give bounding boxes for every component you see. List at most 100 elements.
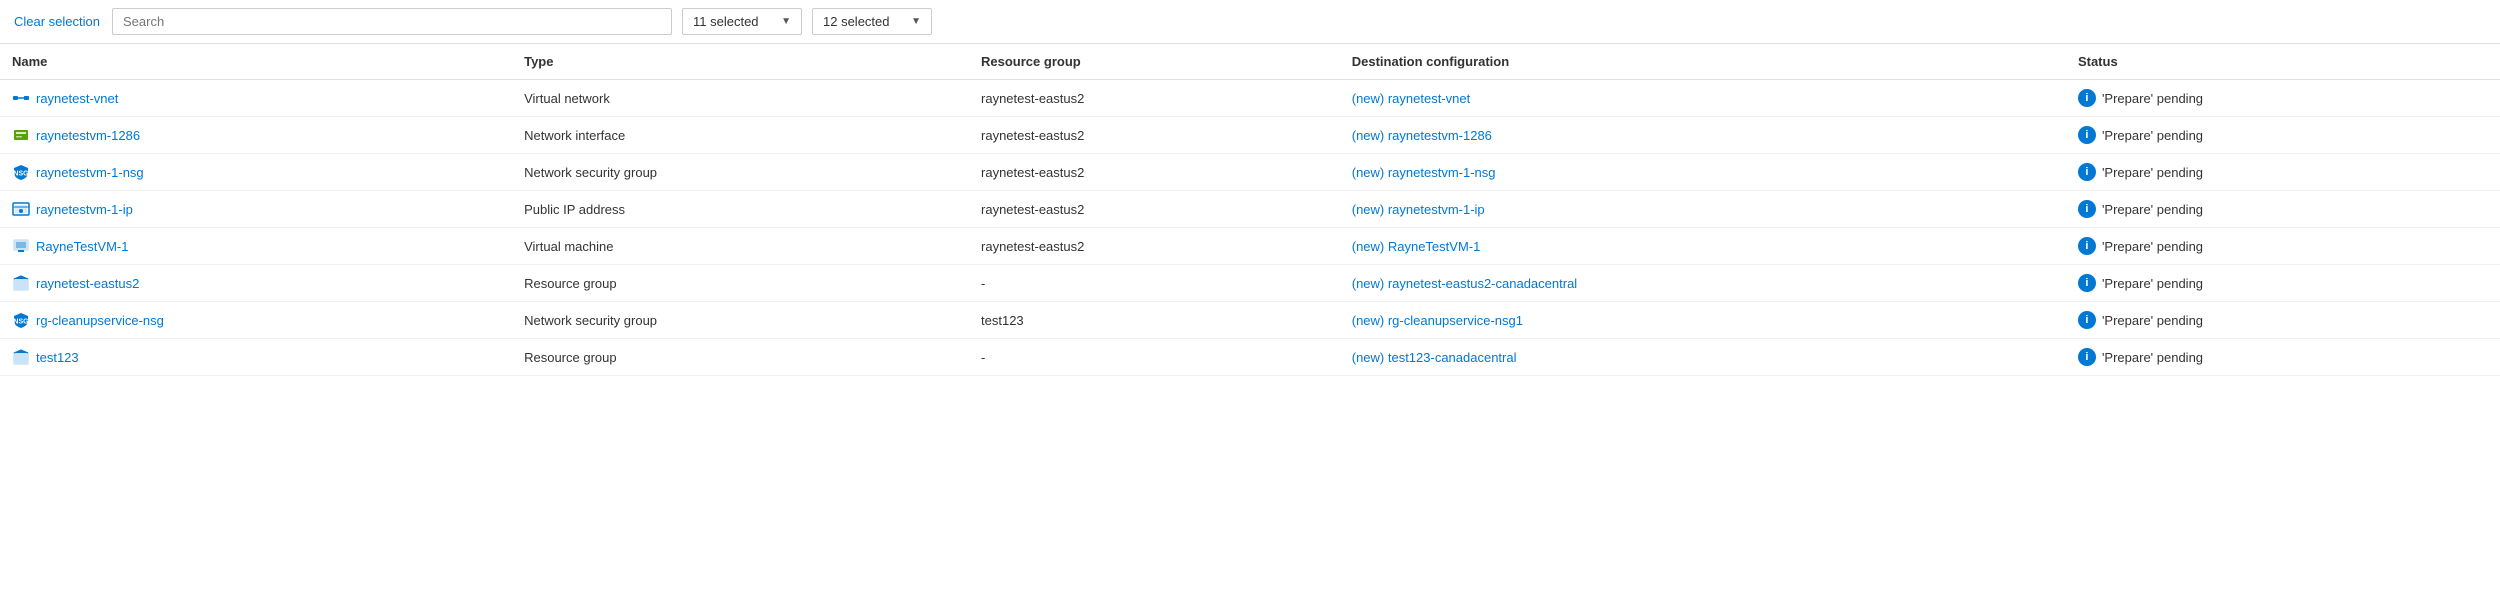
cell-name: raynetestvm-1286 [0, 117, 512, 154]
cell-destination: (new) test123-canadacentral [1340, 339, 2066, 376]
chevron-down-icon: ▼ [781, 16, 791, 27]
cell-status: i 'Prepare' pending [2066, 80, 2500, 117]
info-icon: i [2078, 89, 2096, 107]
resource-name-link[interactable]: test123 [36, 350, 79, 365]
cell-status: i 'Prepare' pending [2066, 154, 2500, 191]
resource-name-link[interactable]: raynetest-vnet [36, 91, 118, 106]
clear-selection-button[interactable]: Clear selection [12, 10, 102, 33]
info-icon: i [2078, 311, 2096, 329]
destination-link[interactable]: (new) raynetestvm-1286 [1352, 128, 1492, 143]
cell-type: Network interface [512, 117, 969, 154]
cell-type: Resource group [512, 339, 969, 376]
status-text: 'Prepare' pending [2102, 276, 2203, 291]
resource-type-icon [12, 348, 30, 366]
info-icon: i [2078, 126, 2096, 144]
cell-type: Public IP address [512, 191, 969, 228]
cell-destination: (new) raynetestvm-1286 [1340, 117, 2066, 154]
status-text: 'Prepare' pending [2102, 128, 2203, 143]
cell-name: raynetestvm-1-ip [0, 191, 512, 228]
cell-resource-group: test123 [969, 302, 1340, 339]
table-row: NSG rg-cleanupservice-nsg Network securi… [0, 302, 2500, 339]
status-text: 'Prepare' pending [2102, 350, 2203, 365]
status-text: 'Prepare' pending [2102, 202, 2203, 217]
cell-destination: (new) raynetestvm-1-nsg [1340, 154, 2066, 191]
status-text: 'Prepare' pending [2102, 165, 2203, 180]
destination-link[interactable]: (new) test123-canadacentral [1352, 350, 1517, 365]
cell-resource-group: raynetest-eastus2 [969, 117, 1340, 154]
type-filter-dropdown[interactable]: 11 selected ▼ [682, 8, 802, 35]
cell-type: Virtual machine [512, 228, 969, 265]
cell-status: i 'Prepare' pending [2066, 191, 2500, 228]
cell-resource-group: - [969, 339, 1340, 376]
resource-type-icon [12, 126, 30, 144]
table-row: raynetest-vnet Virtual network raynetest… [0, 80, 2500, 117]
cell-name: NSG raynetestvm-1-nsg [0, 154, 512, 191]
cell-destination: (new) raynetest-vnet [1340, 80, 2066, 117]
resource-type-icon [12, 237, 30, 255]
chevron-down-icon: ▼ [911, 16, 921, 27]
region-filter-label: 12 selected [823, 14, 903, 29]
cell-type: Network security group [512, 302, 969, 339]
destination-link[interactable]: (new) raynetest-vnet [1352, 91, 1471, 106]
cell-resource-group: - [969, 265, 1340, 302]
search-input[interactable] [112, 8, 672, 35]
cell-status: i 'Prepare' pending [2066, 265, 2500, 302]
cell-resource-group: raynetest-eastus2 [969, 191, 1340, 228]
resource-type-icon: NSG [12, 163, 30, 181]
status-text: 'Prepare' pending [2102, 91, 2203, 106]
cell-type: Network security group [512, 154, 969, 191]
col-header-name: Name [0, 44, 512, 80]
col-header-destination: Destination configuration [1340, 44, 2066, 80]
info-icon: i [2078, 237, 2096, 255]
cell-type: Virtual network [512, 80, 969, 117]
destination-link[interactable]: (new) raynetest-eastus2-canadacentral [1352, 276, 1577, 291]
cell-status: i 'Prepare' pending [2066, 117, 2500, 154]
info-icon: i [2078, 200, 2096, 218]
cell-name: test123 [0, 339, 512, 376]
resources-table: Name Type Resource group Destination con… [0, 44, 2500, 376]
destination-link[interactable]: (new) raynetestvm-1-nsg [1352, 165, 1496, 180]
resource-name-link[interactable]: raynetestvm-1286 [36, 128, 140, 143]
resource-type-icon [12, 200, 30, 218]
destination-link[interactable]: (new) rg-cleanupservice-nsg1 [1352, 313, 1523, 328]
region-filter-dropdown[interactable]: 12 selected ▼ [812, 8, 932, 35]
table-row: NSG raynetestvm-1-nsg Network security g… [0, 154, 2500, 191]
info-icon: i [2078, 274, 2096, 292]
col-header-status: Status [2066, 44, 2500, 80]
cell-destination: (new) rg-cleanupservice-nsg1 [1340, 302, 2066, 339]
cell-name: raynetest-eastus2 [0, 265, 512, 302]
table-header-row: Name Type Resource group Destination con… [0, 44, 2500, 80]
info-icon: i [2078, 163, 2096, 181]
table-row: raynetestvm-1286 Network interface rayne… [0, 117, 2500, 154]
info-icon: i [2078, 348, 2096, 366]
destination-link[interactable]: (new) RayneTestVM-1 [1352, 239, 1481, 254]
resource-name-link[interactable]: RayneTestVM-1 [36, 239, 128, 254]
destination-link[interactable]: (new) raynetestvm-1-ip [1352, 202, 1485, 217]
cell-resource-group: raynetest-eastus2 [969, 80, 1340, 117]
cell-name: RayneTestVM-1 [0, 228, 512, 265]
svg-text:NSG: NSG [13, 319, 29, 326]
cell-resource-group: raynetest-eastus2 [969, 228, 1340, 265]
status-text: 'Prepare' pending [2102, 239, 2203, 254]
status-text: 'Prepare' pending [2102, 313, 2203, 328]
cell-destination: (new) raynetestvm-1-ip [1340, 191, 2066, 228]
cell-status: i 'Prepare' pending [2066, 302, 2500, 339]
col-header-type: Type [512, 44, 969, 80]
table-row: raynetestvm-1-ip Public IP address rayne… [0, 191, 2500, 228]
resource-type-icon: NSG [12, 311, 30, 329]
resource-name-link[interactable]: raynetest-eastus2 [36, 276, 139, 291]
resource-name-link[interactable]: rg-cleanupservice-nsg [36, 313, 164, 328]
cell-status: i 'Prepare' pending [2066, 228, 2500, 265]
cell-destination: (new) raynetest-eastus2-canadacentral [1340, 265, 2066, 302]
resource-name-link[interactable]: raynetestvm-1-nsg [36, 165, 144, 180]
resource-type-icon [12, 89, 30, 107]
resource-name-link[interactable]: raynetestvm-1-ip [36, 202, 133, 217]
toolbar: Clear selection 11 selected ▼ 12 selecte… [0, 0, 2500, 44]
cell-destination: (new) RayneTestVM-1 [1340, 228, 2066, 265]
cell-status: i 'Prepare' pending [2066, 339, 2500, 376]
table-row: raynetest-eastus2 Resource group - (new)… [0, 265, 2500, 302]
type-filter-label: 11 selected [693, 14, 773, 29]
cell-type: Resource group [512, 265, 969, 302]
col-header-resource-group: Resource group [969, 44, 1340, 80]
table-row: RayneTestVM-1 Virtual machine raynetest-… [0, 228, 2500, 265]
